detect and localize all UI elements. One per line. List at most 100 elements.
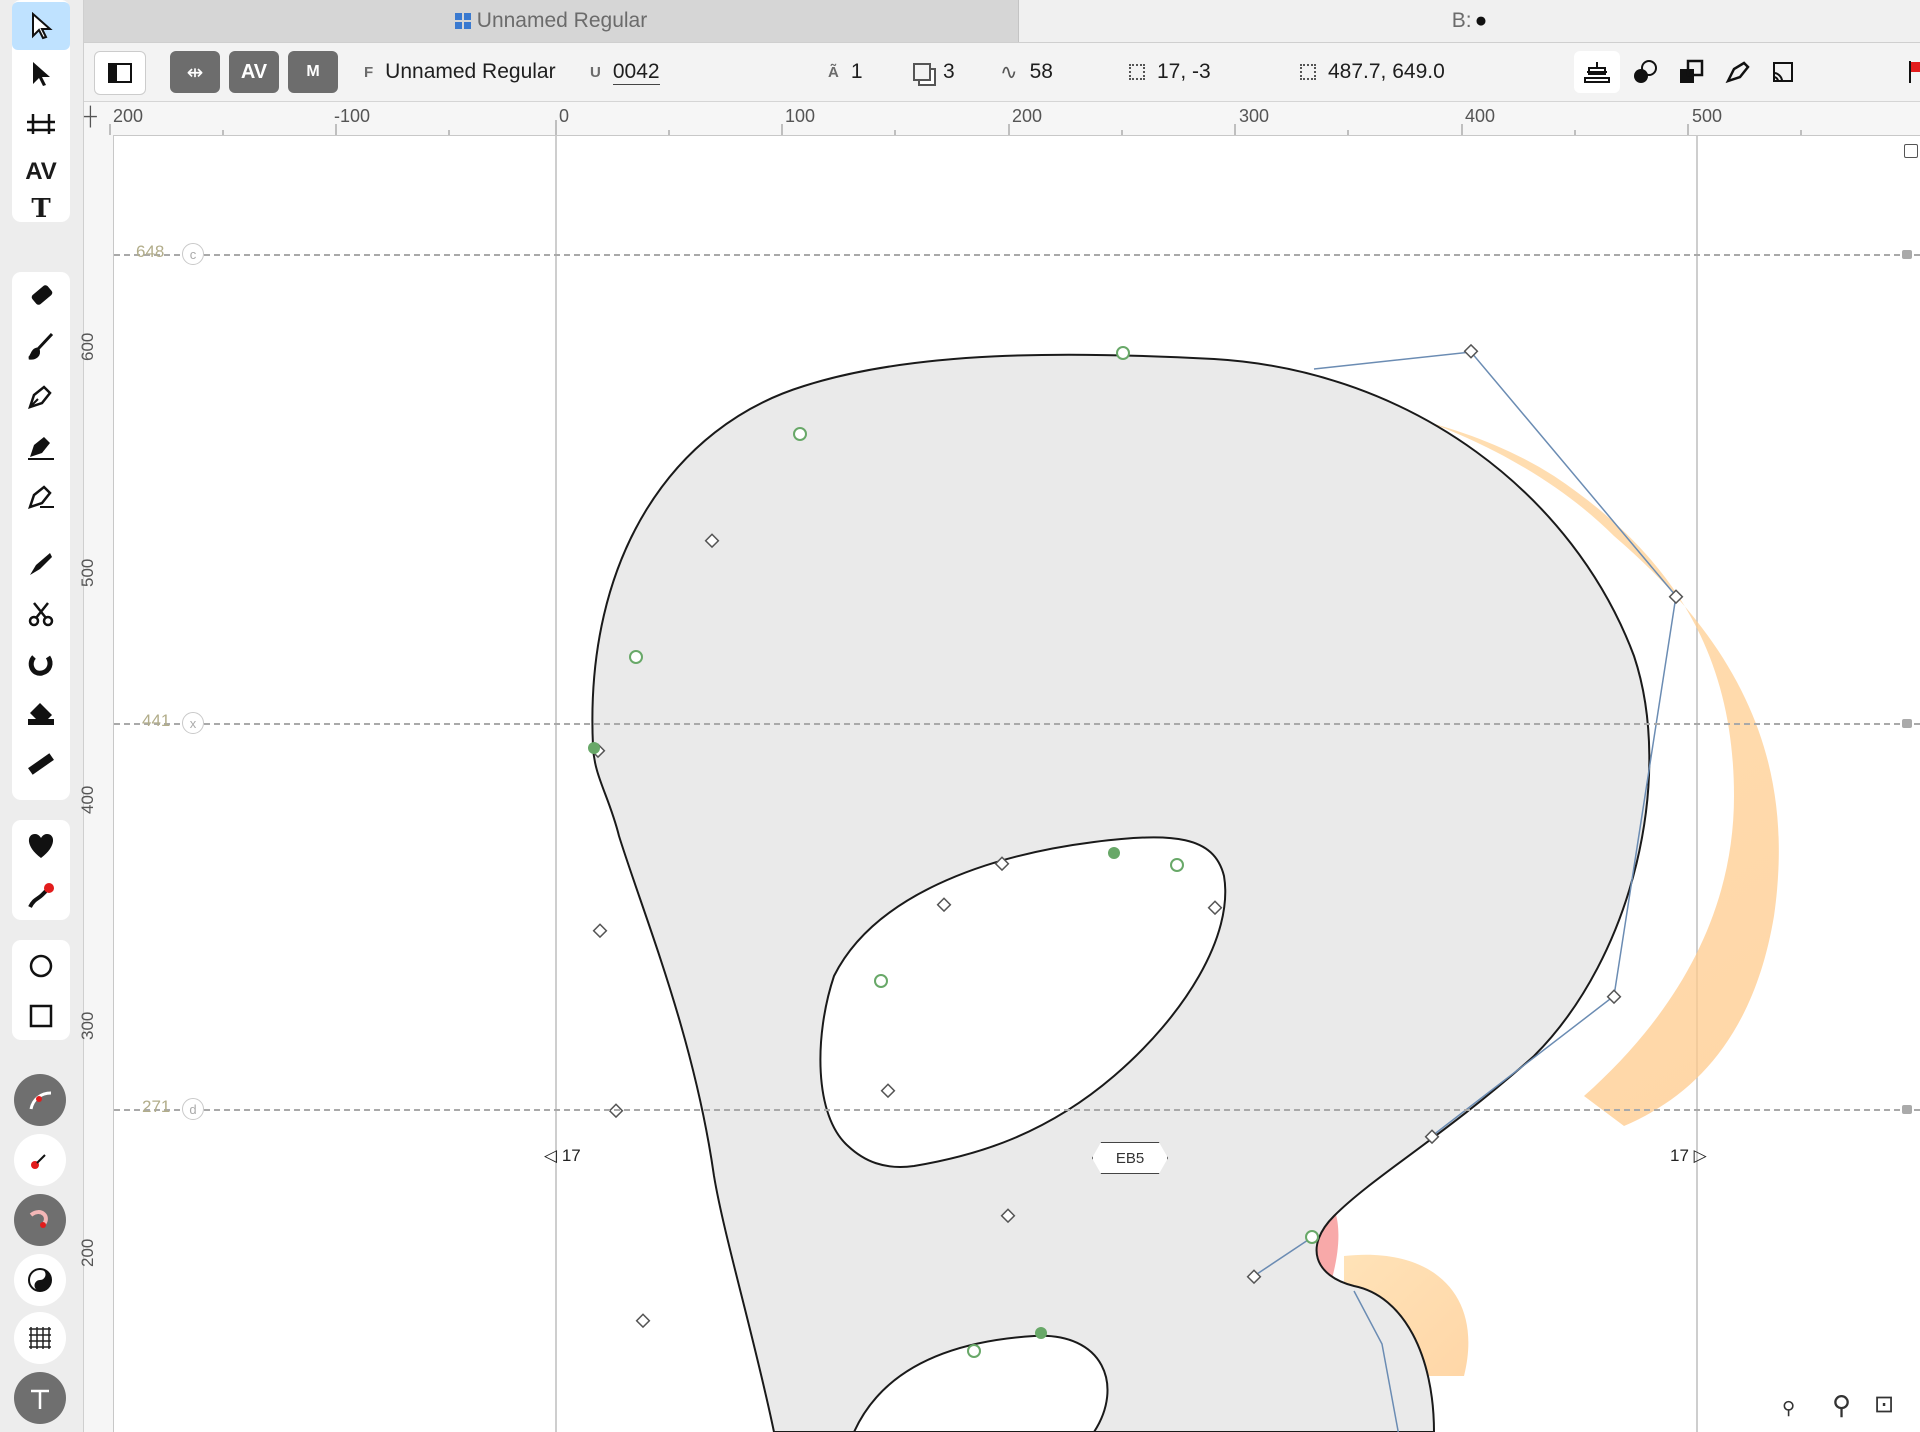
brush-icon[interactable] xyxy=(12,322,70,370)
overlap-icon[interactable] xyxy=(1668,51,1714,93)
glyph-metrics-icon[interactable] xyxy=(14,1372,66,1424)
ruler-ticks xyxy=(109,120,1802,135)
horizontal-ruler: ┼ 200 -100 0 100 200 300 400 500 xyxy=(84,102,1920,136)
nodes-value: 58 xyxy=(1029,60,1053,83)
left-sidebearing-value: 17 xyxy=(561,1146,581,1165)
metrics-icon: ⇹ xyxy=(186,61,204,84)
nodes-count: ∿ 58 xyxy=(1000,43,1053,101)
lock-icon[interactable] xyxy=(1902,250,1912,259)
curvature-action-icon[interactable] xyxy=(14,1074,66,1126)
nodes-icon: ∿ xyxy=(1000,60,1018,84)
layers-count: Ã 1 xyxy=(828,43,863,101)
pointer-icon[interactable] xyxy=(12,2,70,50)
font-name-field: F Unnamed Regular xyxy=(364,43,556,101)
tab-font[interactable]: Unnamed Regular xyxy=(84,0,1019,42)
cap-height-guide[interactable] xyxy=(114,254,1920,256)
layers-key: Ã xyxy=(828,63,839,81)
vertical-ruler: 600 500 400 300 200 xyxy=(78,135,114,1432)
x-height-guide[interactable] xyxy=(114,723,1920,725)
drawing-tools-group xyxy=(12,272,70,800)
heart-shape-icon[interactable] xyxy=(12,822,70,870)
glyph-label-badge[interactable]: EB5 xyxy=(1092,1142,1168,1174)
zoom-out-icon[interactable]: ⚲ xyxy=(1782,1398,1795,1419)
effects-icon[interactable] xyxy=(1622,51,1668,93)
sidebar-icon xyxy=(108,63,132,83)
primitive-tools-group xyxy=(12,940,70,1040)
magnet-icon[interactable] xyxy=(12,640,70,688)
right-sidebearing[interactable]: 17 ▷ xyxy=(1670,1146,1707,1166)
mask-icon: M xyxy=(306,63,320,80)
guide-tag: x xyxy=(182,712,204,734)
eraser-icon[interactable] xyxy=(12,272,70,320)
sidebar-toggle-button[interactable] xyxy=(94,51,146,95)
sketch-icon[interactable] xyxy=(12,872,70,920)
scissors-icon[interactable] xyxy=(12,590,70,638)
metrics-mode-button[interactable]: ⇹ xyxy=(170,51,220,93)
kerning-icon: AV xyxy=(240,60,268,83)
dimensions-icon xyxy=(1300,64,1316,80)
ruler-label: 400 xyxy=(78,785,97,814)
layers-panel-icon[interactable] xyxy=(1574,51,1620,93)
glyph-outline[interactable] xyxy=(114,136,1920,1432)
canvas-corner-icon[interactable] xyxy=(1904,144,1918,158)
contours-count: 3 xyxy=(913,43,955,101)
mask-mode-button[interactable]: M xyxy=(288,51,338,93)
unicode-key: U xyxy=(590,63,601,81)
ruler-label: 200 xyxy=(78,1238,97,1267)
dimensions-field: 487.7, 649.0 xyxy=(1300,43,1445,101)
fill-icon[interactable] xyxy=(12,690,70,738)
right-sidebearing-value: 17 xyxy=(1670,1146,1689,1165)
text-icon[interactable]: T xyxy=(12,194,70,224)
rapid-pen-icon[interactable] xyxy=(12,472,70,520)
preview-icon[interactable] xyxy=(1760,51,1806,93)
flag-icon[interactable] xyxy=(1906,51,1920,93)
glyph-canvas[interactable]: 648 c 441 x 271 d ◁ 17 17 ▷ EB5 ⚲ ⚲ ⊡ xyxy=(114,136,1920,1432)
guide-value: 648 xyxy=(136,242,165,261)
coordinates-action-icon[interactable] xyxy=(14,1134,66,1186)
layers-value: 1 xyxy=(850,60,863,83)
zoom-in-icon[interactable]: ⚲ xyxy=(1832,1390,1851,1421)
glyph-info-bar: ⇹ AV M F Unnamed Regular U 0042 Ã 1 3 ∿ … xyxy=(84,43,1920,102)
lock-icon[interactable] xyxy=(1902,1105,1912,1114)
triangle-right-icon: ▷ xyxy=(1693,1146,1707,1165)
tab-label: B: xyxy=(1451,9,1472,32)
tab-glyph[interactable]: B: ● xyxy=(1019,0,1920,42)
tab-bar: Unnamed Regular B: ● xyxy=(84,0,1920,43)
bezier-pen-icon[interactable] xyxy=(12,422,70,470)
descender-guide[interactable] xyxy=(114,1109,1920,1111)
font-name: Unnamed Regular xyxy=(385,60,556,83)
tangent-action-icon[interactable] xyxy=(14,1194,66,1246)
left-sidebearing[interactable]: ◁ 17 xyxy=(544,1146,581,1166)
tool-panel: AV T xyxy=(0,0,84,1432)
ruler-label: 600 xyxy=(78,332,97,361)
lock-icon[interactable] xyxy=(1902,719,1912,728)
position-icon xyxy=(1129,64,1145,80)
grid-icon xyxy=(454,13,471,29)
guide-tag: c xyxy=(182,243,204,265)
kerning-mode-button[interactable]: AV xyxy=(229,51,279,93)
position-field: 17, -3 xyxy=(1129,43,1211,101)
zoom-fit-icon[interactable]: ⊡ xyxy=(1874,1390,1894,1419)
ruler-icon[interactable] xyxy=(12,740,70,788)
ellipse-icon[interactable] xyxy=(12,942,70,990)
triangle-left-icon: ◁ xyxy=(544,1146,558,1165)
shape-tools-group xyxy=(12,820,70,920)
tab-label: Unnamed Regular xyxy=(476,9,648,32)
grid-icon[interactable] xyxy=(14,1312,66,1364)
kerning-icon[interactable]: AV xyxy=(12,148,70,196)
knife-icon[interactable] xyxy=(12,540,70,588)
stroke-icon[interactable] xyxy=(1714,51,1760,93)
font-key: F xyxy=(364,63,374,81)
contour-pointer-icon[interactable] xyxy=(12,50,70,98)
yin-yang-icon[interactable] xyxy=(14,1254,66,1306)
selection-tools-group: AV T xyxy=(12,0,70,224)
unicode-value[interactable]: 0042 xyxy=(612,60,660,85)
ruler-label: 300 xyxy=(78,1011,97,1040)
pen-icon[interactable] xyxy=(12,372,70,420)
position-value: 17, -3 xyxy=(1157,60,1211,83)
unicode-field[interactable]: U 0042 xyxy=(590,43,660,101)
metrics-icon[interactable] xyxy=(12,98,70,146)
rectangle-icon[interactable] xyxy=(12,992,70,1040)
guide-tag: d xyxy=(182,1098,204,1120)
guide-value: 271 xyxy=(142,1097,171,1116)
